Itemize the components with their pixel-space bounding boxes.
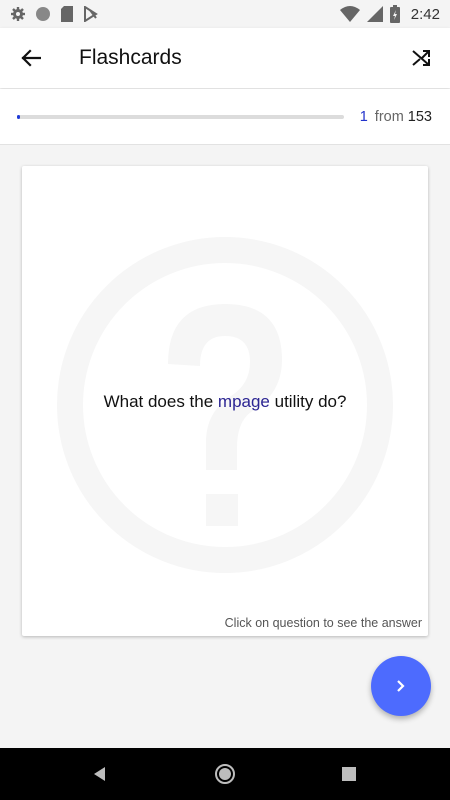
flashcard[interactable]: What does the mpage utility do? Click on… — [22, 166, 428, 636]
nav-recents-button[interactable] — [337, 762, 361, 786]
progress-from-label: from — [374, 108, 404, 125]
back-button[interactable] — [0, 28, 62, 88]
question-text-end: utility do? — [269, 392, 347, 411]
shuffle-icon — [412, 50, 430, 66]
battery-icon — [389, 5, 400, 23]
home-circle-icon — [215, 764, 235, 784]
progress-bar-fill — [17, 114, 20, 119]
status-bar: 2:42 — [0, 0, 450, 28]
progress-counter: 1 from 153 — [360, 109, 432, 125]
system-nav-bar — [0, 748, 450, 800]
progress-bar — [17, 114, 344, 119]
next-card-button[interactable] — [371, 656, 431, 716]
progress-section: 1 from 153 — [0, 89, 450, 145]
app-bar: Flashcards — [0, 28, 450, 88]
arrow-back-icon — [21, 49, 41, 67]
app-notification-icon — [83, 6, 99, 22]
shuffle-button[interactable] — [392, 28, 450, 88]
progress-current: 1 — [359, 108, 368, 125]
progress-total: 153 — [407, 108, 432, 125]
circle-icon — [35, 6, 51, 22]
chevron-right-icon — [397, 680, 405, 692]
status-right-icons: 2:42 — [339, 5, 440, 23]
question-text[interactable]: What does the mpage utility do? — [22, 392, 428, 412]
sd-card-icon — [60, 6, 74, 22]
question-term: mpage — [217, 392, 270, 411]
status-left-icons — [10, 6, 99, 22]
question-text-start: What does the — [103, 392, 218, 411]
wifi-icon — [339, 6, 360, 22]
nav-home-button[interactable] — [213, 762, 237, 786]
settings-icon — [10, 6, 26, 22]
page-title: Flashcards — [79, 46, 182, 69]
back-triangle-icon — [94, 767, 105, 781]
answer-hint: Click on question to see the answer — [224, 616, 422, 630]
status-time: 2:42 — [410, 5, 440, 23]
recents-square-icon — [342, 767, 356, 781]
nav-back-button[interactable] — [88, 762, 112, 786]
signal-icon — [366, 6, 383, 22]
